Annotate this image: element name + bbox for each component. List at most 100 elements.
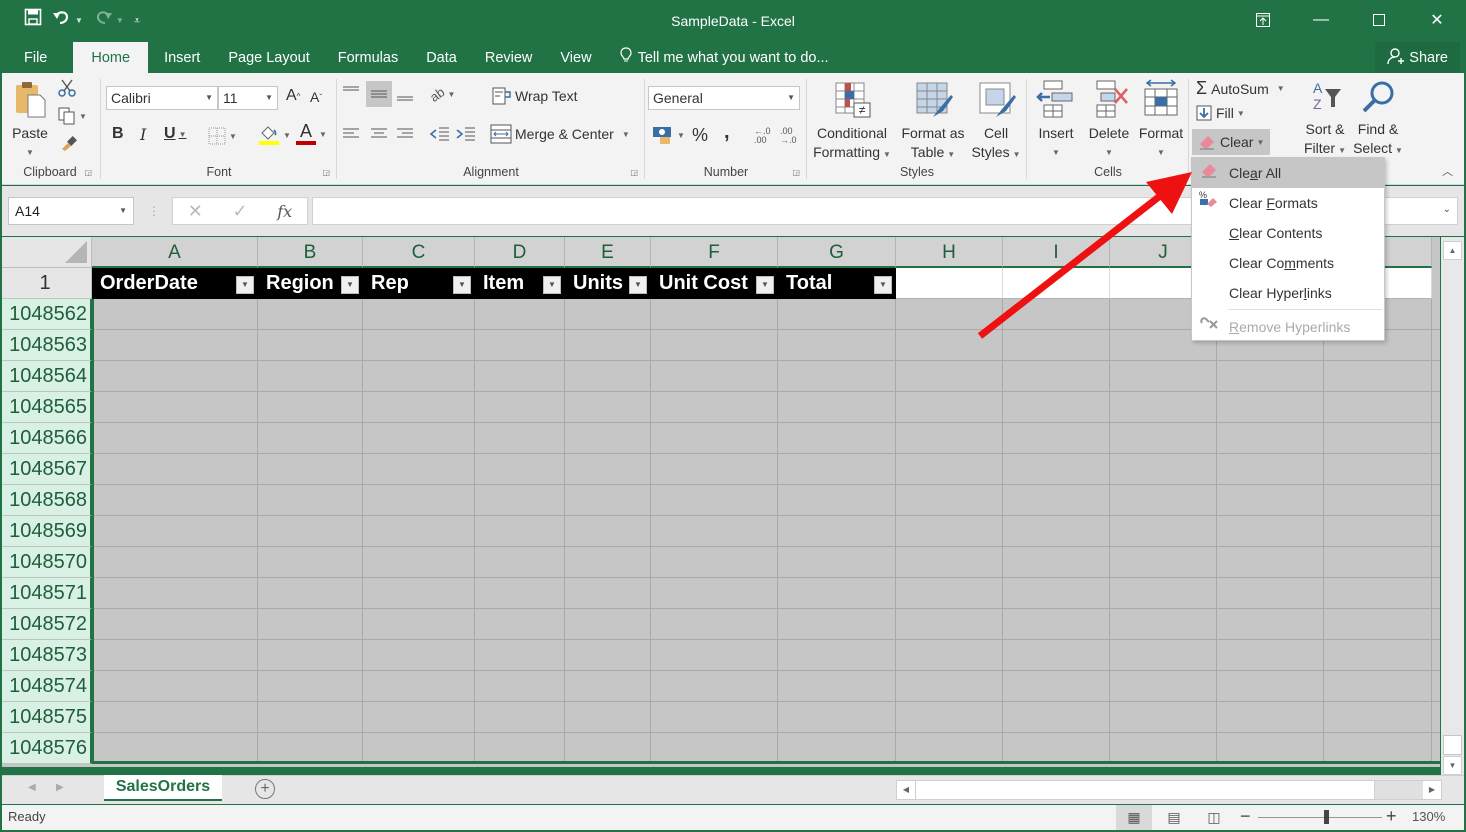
cell[interactable] xyxy=(896,268,1003,299)
tab-formulas[interactable]: Formulas xyxy=(324,42,412,73)
scroll-left-icon[interactable]: ◀ xyxy=(897,781,915,799)
filter-dropdown-icon[interactable]: ▼ xyxy=(236,276,254,294)
row-header[interactable]: 1048576 xyxy=(2,733,92,764)
name-box[interactable]: A14 ▼ xyxy=(8,197,134,225)
orientation-button[interactable]: ab ▼ xyxy=(427,84,455,105)
row-header[interactable]: 1048573 xyxy=(2,640,92,671)
column-header-a[interactable]: A xyxy=(92,237,258,268)
vertical-scroll-thumb[interactable] xyxy=(1443,735,1462,755)
page-break-view-icon[interactable]: ◫ xyxy=(1196,805,1232,830)
tab-insert[interactable]: Insert xyxy=(150,42,214,73)
cancel-icon[interactable]: ✕ xyxy=(188,201,203,222)
underline-dropdown-icon[interactable]: ▼ xyxy=(179,130,187,139)
borders-button[interactable]: ▼ xyxy=(208,127,237,145)
tab-review[interactable]: Review xyxy=(471,42,547,73)
align-right-icon[interactable] xyxy=(396,127,414,141)
percent-button[interactable]: % xyxy=(692,125,708,146)
number-format-combo[interactable]: General ▼ xyxy=(648,86,800,110)
paste-button[interactable]: Paste ▼ xyxy=(8,79,52,162)
row-header[interactable]: 1048569 xyxy=(2,516,92,547)
autosum-button[interactable]: Σ AutoSum ▼ xyxy=(1196,78,1285,99)
zoom-out-icon[interactable]: − xyxy=(1240,806,1251,827)
horizontal-scroll-thumb[interactable] xyxy=(915,781,1375,799)
share-button[interactable]: Share xyxy=(1375,42,1460,73)
autosum-dropdown-icon[interactable]: ▼ xyxy=(1277,84,1285,93)
clear-button[interactable]: Clear ▼ xyxy=(1192,129,1271,155)
font-color-dropdown-icon[interactable]: ▼ xyxy=(319,130,327,139)
underline-button[interactable]: U ▼ xyxy=(164,125,186,143)
decrease-indent-icon[interactable] xyxy=(430,126,450,142)
tab-home[interactable]: Home xyxy=(73,42,149,73)
formula-bar-grip-icon[interactable]: ⋮ xyxy=(148,204,160,218)
filter-dropdown-icon[interactable]: ▼ xyxy=(756,276,774,294)
paste-dropdown-icon[interactable]: ▼ xyxy=(8,143,52,162)
vertical-scrollbar[interactable]: ▲ ▼ xyxy=(1441,237,1464,775)
insert-cells-button[interactable]: Insert ▼ xyxy=(1032,79,1080,162)
scroll-right-icon[interactable]: ▶ xyxy=(1423,781,1441,799)
column-header-h[interactable]: H xyxy=(896,237,1003,268)
row-header[interactable]: 1048571 xyxy=(2,578,92,609)
decrease-decimal-button[interactable]: .00 →.0 xyxy=(780,127,797,145)
wrap-text-button[interactable]: Wrap Text xyxy=(492,87,578,105)
column-header-i[interactable]: I xyxy=(1003,237,1110,268)
shrink-font-button[interactable]: Aˇ xyxy=(310,89,322,105)
filter-dropdown-icon[interactable]: ▼ xyxy=(543,276,561,294)
merge-center-button[interactable]: Merge & Center ▼ xyxy=(490,124,630,144)
fill-button[interactable]: Fill ▼ xyxy=(1196,105,1245,121)
zoom-slider-thumb[interactable] xyxy=(1324,810,1330,824)
table-header-cell[interactable]: Rep ▼ xyxy=(363,268,475,299)
add-sheet-icon[interactable]: + xyxy=(255,779,275,799)
row-header[interactable]: 1048570 xyxy=(2,547,92,578)
borders-dropdown-icon[interactable]: ▼ xyxy=(229,132,237,141)
accounting-format-button[interactable]: ▼ xyxy=(652,125,685,145)
copy-icon[interactable]: ▼ xyxy=(58,107,87,125)
middle-align-icon[interactable] xyxy=(366,81,392,107)
minimize-icon[interactable]: — xyxy=(1292,0,1350,40)
row-header[interactable]: 1048566 xyxy=(2,423,92,454)
italic-button[interactable]: I xyxy=(140,125,146,144)
sheet-tab-salesorders[interactable]: SalesOrders xyxy=(104,775,222,801)
row-header[interactable]: 1048575 xyxy=(2,702,92,733)
horizontal-scrollbar[interactable]: ◀ ▶ xyxy=(896,780,1442,800)
table-header-cell[interactable]: Units ▼ xyxy=(565,268,651,299)
row-header[interactable]: 1048564 xyxy=(2,361,92,392)
accounting-dropdown-icon[interactable]: ▼ xyxy=(677,131,685,140)
align-center-icon[interactable] xyxy=(370,127,388,141)
sheet-prev-icon[interactable]: ◀ xyxy=(28,782,36,793)
tab-file[interactable]: File xyxy=(0,42,71,73)
menu-item-clear-hyperlinks[interactable]: Clear Hyperlinks xyxy=(1192,278,1384,308)
font-launcher-icon[interactable]: ◲ xyxy=(322,168,330,177)
column-header-f[interactable]: F xyxy=(651,237,778,268)
fill-color-button[interactable]: ▼ xyxy=(258,124,291,146)
column-header-b[interactable]: B xyxy=(258,237,363,268)
font-size-combo[interactable]: 11 ▼ xyxy=(218,86,278,110)
grow-font-button[interactable]: A ^ xyxy=(286,87,300,105)
normal-view-icon[interactable]: ▦ xyxy=(1116,805,1152,830)
cell[interactable] xyxy=(1003,268,1110,299)
fill-color-dropdown-icon[interactable]: ▼ xyxy=(283,131,291,140)
alignment-launcher-icon[interactable]: ◲ xyxy=(630,168,638,177)
table-header-cell[interactable]: Item ▼ xyxy=(475,268,565,299)
filter-dropdown-icon[interactable]: ▼ xyxy=(629,276,647,294)
menu-item-clear-contents[interactable]: Clear Contents xyxy=(1192,218,1384,248)
clipboard-launcher-icon[interactable]: ◲ xyxy=(84,168,92,177)
row-header[interactable]: 1048562 xyxy=(2,299,92,330)
format-as-table-button[interactable]: Format as Table ▼ xyxy=(898,81,968,164)
delete-cells-button[interactable]: Delete ▼ xyxy=(1082,79,1136,162)
font-color-button[interactable]: A ▼ xyxy=(296,122,327,145)
insert-function-icon[interactable]: fx xyxy=(277,202,292,221)
row-header[interactable]: 1048572 xyxy=(2,609,92,640)
zoom-slider[interactable] xyxy=(1258,817,1382,818)
collapse-ribbon-icon[interactable]: ︿ xyxy=(1442,163,1453,179)
merge-center-dropdown-icon[interactable]: ▼ xyxy=(622,130,630,139)
format-painter-icon[interactable] xyxy=(60,133,78,151)
zoom-in-icon[interactable]: + xyxy=(1386,806,1397,827)
fill-dropdown-icon[interactable]: ▼ xyxy=(1237,109,1245,118)
select-all-button[interactable] xyxy=(2,237,92,268)
conditional-formatting-button[interactable]: ≠ Conditional Formatting ▼ xyxy=(810,81,894,164)
bottom-align-icon[interactable] xyxy=(396,89,414,103)
font-name-combo[interactable]: Calibri ▼ xyxy=(106,86,218,110)
top-align-icon[interactable] xyxy=(342,85,360,99)
comma-button[interactable]: , xyxy=(724,121,730,144)
row-header[interactable]: 1048565 xyxy=(2,392,92,423)
